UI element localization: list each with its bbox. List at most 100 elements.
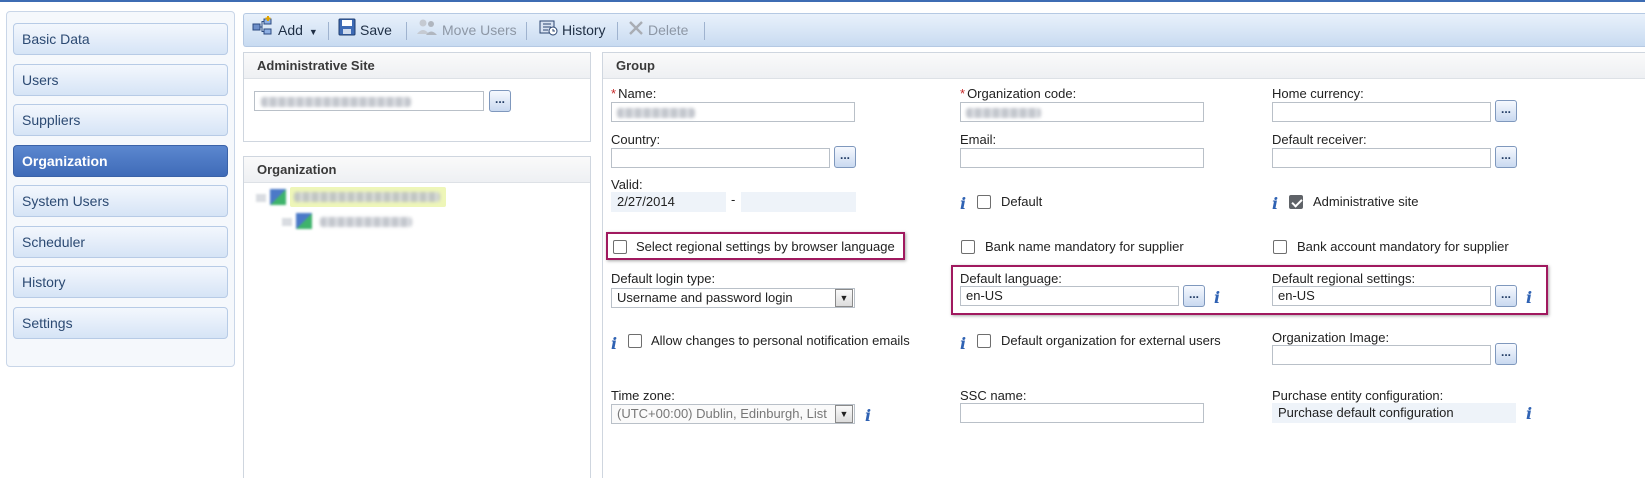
default-org-external-users-label: Default organization for external users xyxy=(1001,333,1221,348)
chevron-down-icon[interactable]: ▼ xyxy=(835,405,853,423)
info-icon[interactable]: i xyxy=(1526,406,1532,422)
chevron-down-icon[interactable]: ▼ xyxy=(309,27,318,37)
default-receiver-input[interactable] xyxy=(1272,148,1491,168)
redacted-value xyxy=(294,192,440,202)
email-input[interactable] xyxy=(960,148,1204,168)
history-book-icon xyxy=(538,15,558,47)
sidebar-item-scheduler[interactable]: Scheduler xyxy=(13,226,228,258)
administrative-site-input[interactable] xyxy=(254,91,484,111)
chevron-down-icon[interactable]: ▼ xyxy=(835,289,853,307)
allow-changes-notification-checkbox[interactable] xyxy=(628,334,642,348)
purchase-entity-configuration-label: Purchase entity configuration: xyxy=(1272,388,1444,403)
valid-from-input[interactable]: 2/27/2014 xyxy=(611,192,726,212)
org-node-icon xyxy=(270,189,286,205)
organization-image-browse-button[interactable]: ... xyxy=(1495,343,1517,365)
sidebar-item-organization[interactable]: Organization xyxy=(13,145,228,177)
ssc-name-label: SSC name: xyxy=(960,388,1027,403)
email-label: Email: xyxy=(960,132,997,147)
redacted-value xyxy=(966,108,1041,118)
bank-name-mandatory-checkbox[interactable] xyxy=(961,240,975,254)
default-receiver-browse-button[interactable]: ... xyxy=(1495,146,1517,168)
toolbar-divider xyxy=(328,22,329,40)
select-regional-by-browser-checkbox[interactable] xyxy=(613,240,627,254)
delete-button[interactable]: Delete xyxy=(628,14,688,46)
administrative-site-browse-button[interactable]: ... xyxy=(489,90,511,112)
required-marker: * xyxy=(611,86,617,101)
ssc-name-input[interactable] xyxy=(960,403,1204,423)
info-icon[interactable]: i xyxy=(1214,290,1220,306)
bank-account-mandatory-label: Bank account mandatory for supplier xyxy=(1297,239,1509,254)
organization-code-input[interactable] xyxy=(960,102,1204,122)
x-delete-icon xyxy=(628,15,644,47)
country-input[interactable] xyxy=(611,148,830,168)
purchase-entity-configuration-value[interactable]: Purchase default configuration xyxy=(1272,403,1516,423)
sidebar-item-system-users[interactable]: System Users xyxy=(13,185,228,217)
default-org-external-users-checkbox[interactable] xyxy=(977,334,991,348)
default-language-label: Default language: xyxy=(960,271,1062,286)
name-input[interactable] xyxy=(611,102,855,122)
sidebar-item-history[interactable]: History xyxy=(13,266,228,298)
sidebar-item-users[interactable]: Users xyxy=(13,64,228,96)
default-checkbox-label: Default xyxy=(1001,194,1043,209)
country-browse-button[interactable]: ... xyxy=(834,146,856,168)
organization-image-label: Organization Image: xyxy=(1272,330,1390,345)
panel-title: Administrative Site xyxy=(244,53,590,79)
toolbar-divider xyxy=(704,22,705,40)
bank-name-mandatory-label: Bank name mandatory for supplier xyxy=(985,239,1184,254)
default-language-input[interactable]: en-US xyxy=(960,286,1179,306)
history-button[interactable]: History xyxy=(538,14,606,46)
valid-to-input[interactable] xyxy=(741,192,856,212)
info-icon[interactable]: i xyxy=(960,196,966,212)
time-zone-label: Time zone: xyxy=(611,388,675,403)
save-button[interactable]: Save xyxy=(338,14,392,46)
tree-node-root[interactable] xyxy=(256,187,456,209)
administrative-site-checkbox-label: Administrative site xyxy=(1313,194,1419,209)
selected-value: Username and password login xyxy=(617,290,793,305)
required-marker: * xyxy=(960,86,966,101)
redacted-value xyxy=(261,97,411,107)
default-checkbox[interactable] xyxy=(977,195,991,209)
move-users-label: Move Users xyxy=(442,22,517,38)
add-hierarchy-icon xyxy=(252,15,274,47)
home-currency-input[interactable] xyxy=(1272,102,1491,122)
organization-image-input[interactable] xyxy=(1272,345,1491,365)
default-login-type-label: Default login type: xyxy=(611,271,716,286)
info-icon[interactable]: i xyxy=(1272,196,1278,212)
sidebar-nav: Basic Data Users Suppliers Organization … xyxy=(6,11,235,367)
toolbar-divider xyxy=(406,22,407,40)
default-login-type-select[interactable]: Username and password login xyxy=(611,288,855,308)
top-accent-line xyxy=(0,0,1645,2)
delete-label: Delete xyxy=(648,22,689,38)
add-button[interactable]: Add ▼ xyxy=(252,14,318,46)
home-currency-label: Home currency: xyxy=(1272,86,1364,101)
sidebar-item-basic-data[interactable]: Basic Data xyxy=(13,23,228,55)
country-label: Country: xyxy=(611,132,661,147)
sidebar-item-settings[interactable]: Settings xyxy=(13,307,228,339)
time-zone-select[interactable]: (UTC+00:00) Dublin, Edinburgh, List xyxy=(611,404,855,424)
name-label: * Name: xyxy=(611,86,657,101)
organization-code-label: * Organization code: xyxy=(960,86,1077,101)
info-icon[interactable]: i xyxy=(611,336,617,352)
add-label: Add xyxy=(278,22,303,38)
tree-node-child[interactable] xyxy=(282,211,432,233)
bank-account-mandatory-checkbox[interactable] xyxy=(1273,240,1287,254)
info-icon[interactable]: i xyxy=(1526,290,1532,306)
valid-label: Valid: xyxy=(611,177,643,192)
sidebar-item-suppliers[interactable]: Suppliers xyxy=(13,104,228,136)
tree-node-selection xyxy=(290,187,446,207)
users-move-icon xyxy=(416,15,438,47)
default-regional-settings-browse-button[interactable]: ... xyxy=(1495,285,1517,307)
home-currency-browse-button[interactable]: ... xyxy=(1495,100,1517,122)
redacted-value xyxy=(320,217,412,227)
tree-expander-icon[interactable] xyxy=(282,218,292,226)
default-receiver-label: Default receiver: xyxy=(1272,132,1367,147)
administrative-site-checkbox[interactable] xyxy=(1289,195,1303,209)
organization-tree-panel: Organization xyxy=(243,156,591,478)
move-users-button[interactable]: Move Users xyxy=(416,14,517,46)
default-regional-settings-input[interactable]: en-US xyxy=(1272,286,1491,306)
history-label: History xyxy=(562,22,606,38)
tree-expander-icon[interactable] xyxy=(256,194,266,202)
info-icon[interactable]: i xyxy=(865,408,871,424)
info-icon[interactable]: i xyxy=(960,336,966,352)
default-language-browse-button[interactable]: ... xyxy=(1183,285,1205,307)
